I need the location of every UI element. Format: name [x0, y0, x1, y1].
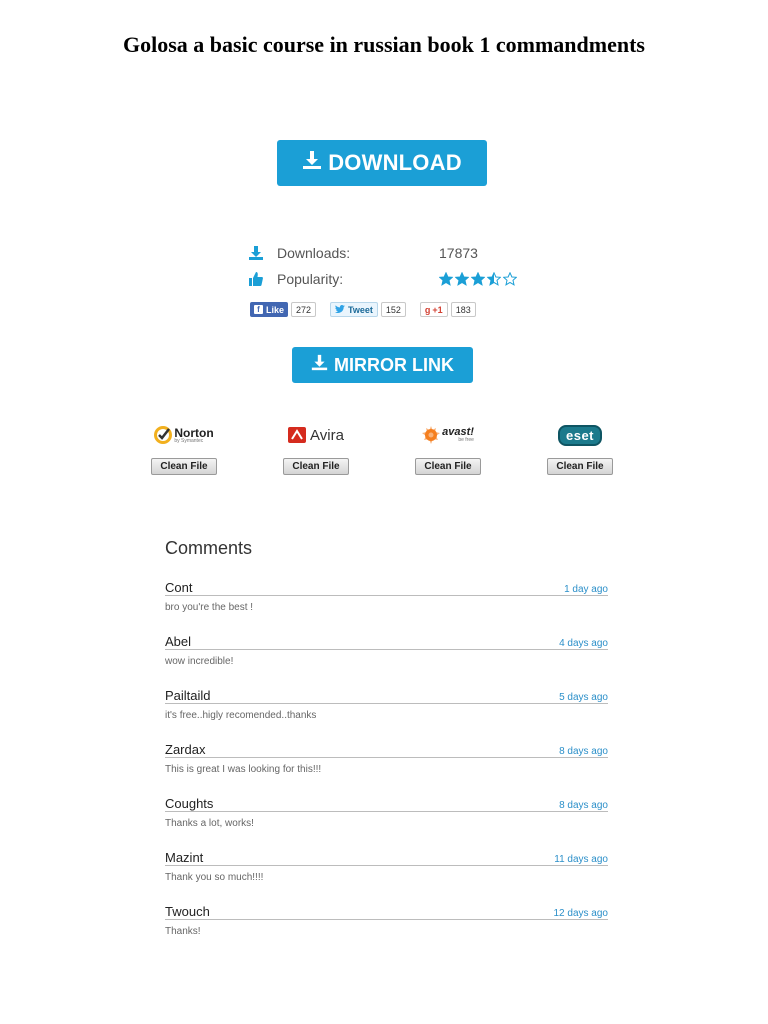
download-button[interactable]: DOWNLOAD [277, 140, 487, 186]
avira-name: Avira [310, 426, 344, 444]
comment-author: Mazint [165, 850, 204, 865]
eset-clean-file-button[interactable]: Clean File [547, 458, 613, 475]
comment-time[interactable]: 11 days ago [554, 854, 608, 865]
avira-umbrella-icon [288, 427, 307, 443]
twitter-bird-icon [335, 304, 346, 315]
downloads-value: 17873 [439, 245, 478, 261]
comment-item: Zardax 8 days ago This is great I was loo… [165, 738, 608, 792]
comment-item: Coughts 8 days ago Thanks a lot, works! [165, 792, 608, 846]
norton-tagline: by Symantec [174, 437, 204, 444]
avira-logo: Avira [288, 422, 344, 448]
mirror-link-button[interactable]: MIRROR LINK [292, 347, 473, 383]
download-button-label: DOWNLOAD [328, 150, 462, 175]
comment-time[interactable]: 1 day ago [564, 584, 608, 595]
comment-author: Abel [165, 634, 192, 649]
google-plus-one[interactable]: g +1 183 [419, 302, 476, 317]
eset-name: eset [557, 424, 603, 446]
comment-author: Cont [165, 580, 193, 595]
comment-text: Thanks a lot, works! [165, 818, 254, 829]
comment-author: Pailtaild [165, 688, 211, 703]
thumbs-up-icon [249, 272, 263, 286]
comment-text: This is great I was looking for this!!! [165, 764, 322, 775]
stats-panel: Downloads: 17873 Popularity: [249, 240, 549, 292]
google-plus-count: 183 [450, 302, 476, 317]
avast-tagline: be free [458, 437, 474, 443]
avira-badge: Avira Clean File [282, 422, 350, 475]
star-full-icon [455, 272, 469, 286]
social-buttons: f Like 272 Tweet 152 g +1 183 [250, 302, 476, 317]
norton-check-icon [154, 426, 173, 444]
comment-time[interactable]: 8 days ago [559, 746, 608, 757]
comment-author: Coughts [165, 796, 214, 811]
comment-text: bro you're the best ! [165, 602, 254, 613]
popularity-stars [439, 272, 517, 286]
facebook-like[interactable]: f Like 272 [250, 302, 317, 317]
facebook-like-button[interactable]: f Like [250, 302, 289, 317]
comment-text: it's free..higly recomended..thanks [165, 710, 317, 721]
comment-text: wow incredible! [165, 656, 234, 667]
comment-item: Mazint 11 days ago Thank you so much!!!! [165, 846, 608, 900]
norton-clean-file-button[interactable]: Clean File [151, 458, 217, 475]
eset-badge: eset Clean File [546, 422, 614, 475]
avast-logo: avast! be free [422, 422, 474, 448]
google-plus-label: +1 [432, 304, 443, 315]
tweet-count: 152 [380, 302, 406, 317]
comment-list: Cont 1 day ago bro you're the best ! Abel… [165, 576, 608, 954]
eset-logo: eset [557, 422, 603, 448]
page-title: Golosa a basic course in russian book 1 … [123, 32, 645, 57]
comments-title: Comments [165, 538, 253, 558]
comment-author: Twouch [165, 904, 210, 919]
downloads-row: Downloads: 17873 [249, 240, 549, 266]
download-icon [302, 150, 322, 176]
avira-clean-file-button[interactable]: Clean File [283, 458, 349, 475]
star-half-icon [487, 272, 501, 286]
download-icon [249, 246, 263, 260]
comment-item: Pailtaild 5 days ago it's free..higly rec… [165, 684, 608, 738]
twitter-tweet[interactable]: Tweet 152 [330, 302, 406, 317]
comment-author: Zardax [165, 742, 206, 757]
star-full-icon [471, 272, 485, 286]
mirror-link-label: MIRROR LINK [334, 354, 454, 375]
comment-time[interactable]: 4 days ago [559, 638, 608, 649]
comment-time[interactable]: 12 days ago [554, 908, 609, 919]
comment-time[interactable]: 5 days ago [559, 692, 608, 703]
avast-clean-file-button[interactable]: Clean File [415, 458, 481, 475]
comment-item: Abel 4 days ago wow incredible! [165, 630, 608, 684]
comment-text: Thanks! [165, 926, 201, 937]
google-g-icon: g [424, 304, 431, 315]
comment-time[interactable]: 8 days ago [559, 800, 608, 811]
tweet-label: Tweet [348, 304, 373, 315]
star-full-icon [439, 272, 453, 286]
star-empty-icon [503, 272, 517, 286]
tweet-button[interactable]: Tweet [330, 302, 378, 317]
norton-name: Norton [174, 425, 214, 440]
facebook-like-label: Like [266, 304, 285, 315]
comment-text: Thank you so much!!!! [165, 872, 264, 883]
facebook-icon: f [254, 305, 263, 314]
comment-item: Cont 1 day ago bro you're the best ! [165, 576, 608, 630]
avast-badge: avast! be free Clean File [414, 422, 482, 475]
norton-badge: Norton by Symantec Clean File [150, 422, 218, 475]
popularity-label: Popularity: [277, 271, 344, 287]
avast-star-icon [422, 426, 441, 444]
downloads-label: Downloads: [277, 245, 351, 261]
popularity-row: Popularity: [249, 266, 549, 292]
google-plus-button[interactable]: g +1 [419, 302, 448, 317]
comment-item: Twouch 12 days ago Thanks! [165, 900, 608, 954]
norton-logo: Norton by Symantec [154, 422, 214, 448]
download-icon [311, 354, 328, 376]
facebook-like-count: 272 [291, 302, 317, 317]
comments-section: Comments Cont 1 day ago bro you're the be… [165, 536, 608, 954]
